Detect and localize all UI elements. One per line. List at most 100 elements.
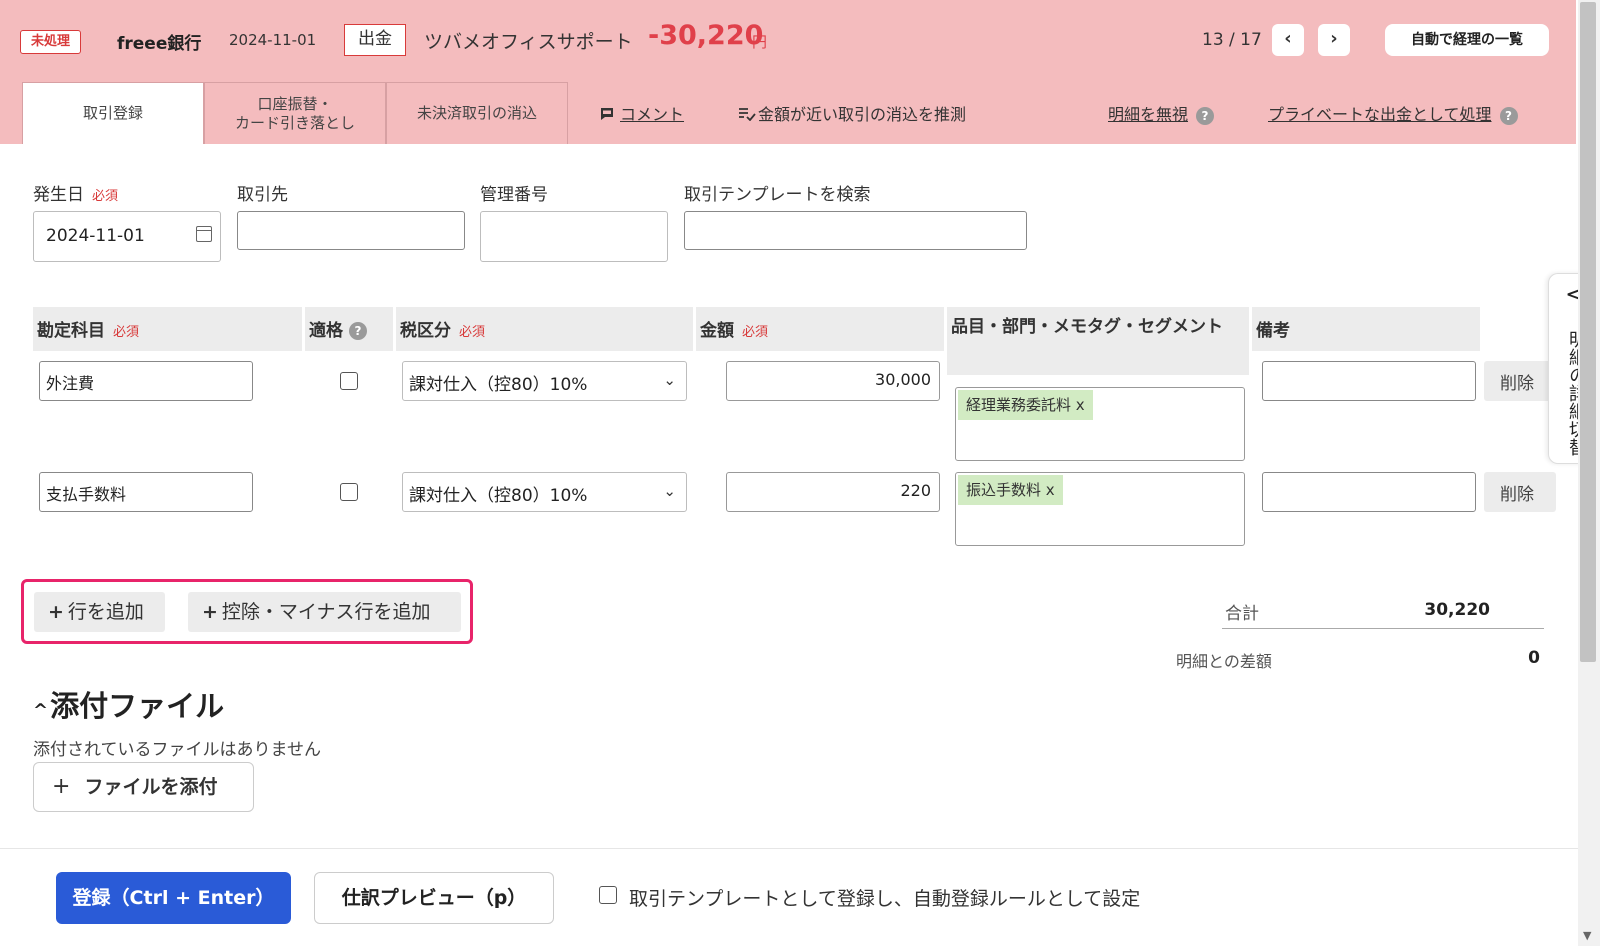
header-summary-row: 未処理 freee銀行 2024-11-01 出金 ツバメオフィスサポート -3… (0, 20, 1576, 60)
comment-icon (601, 108, 613, 120)
tax-select[interactable]: 課対仕入（控80）10% ⌄ (402, 472, 687, 512)
prev-button[interactable]: ‹ (1272, 24, 1304, 56)
template-search-input[interactable] (684, 211, 1027, 250)
status-badge: 未処理 (20, 30, 82, 54)
difference-label: 明細との差額 (1176, 652, 1272, 671)
difference-value: 0 (1528, 648, 1540, 668)
chevron-down-icon: ⌄ (663, 371, 676, 389)
template-rule-label: 取引テンプレートとして登録し、自動登録ルールとして設定 (629, 888, 1141, 910)
date-label: 発生日 必須 (33, 180, 118, 205)
date-label-text: 発生日 (33, 185, 84, 205)
required-mark: 必須 (459, 325, 486, 340)
account-input[interactable]: 外注費 (39, 361, 253, 401)
pager-count: 13 / 17 (1202, 30, 1262, 50)
journal-preview-button[interactable]: 仕訳プレビュー（p） (314, 872, 554, 924)
help-icon[interactable]: ? (349, 322, 367, 340)
tag-input[interactable]: 経理業務委託料 x (955, 387, 1245, 461)
header-tax-text: 税区分 (400, 321, 451, 341)
partner-input[interactable] (237, 211, 465, 250)
template-rule-checkbox[interactable] (599, 886, 617, 904)
header-amount: 金額 必須 (696, 307, 944, 351)
tag-chip[interactable]: 経理業務委託料 x (958, 390, 1093, 420)
tag-input[interactable]: 振込手数料 x (955, 472, 1245, 546)
add-minus-row-label: 控除・マイナス行を追加 (221, 601, 431, 623)
payee-name: ツバメオフィスサポート (424, 31, 633, 53)
header-account-text: 勘定科目 (37, 321, 105, 341)
plus-icon: + (48, 601, 64, 623)
guess-reconcile-link[interactable]: 金額が近い取引の消込を推測 (738, 101, 966, 125)
guess-reconcile-label: 金額が近い取引の消込を推測 (758, 105, 967, 124)
comment-label: コメント (620, 105, 685, 124)
transaction-kind-badge: 出金 (344, 24, 406, 56)
header-date: 2024-11-01 (229, 31, 317, 49)
amount-input[interactable]: 30,000 (726, 361, 940, 401)
management-number-input[interactable] (480, 211, 668, 262)
chevron-down-icon: ⌄ (663, 482, 676, 500)
total-value: 30,220 (1424, 600, 1490, 620)
auto-accounting-list-button[interactable]: 自動で経理の一覧 (1385, 24, 1549, 56)
private-withdrawal-label: プライベートな出金として処理 (1268, 105, 1492, 124)
tab-reconcile-label: 未決済取引の消込 (416, 104, 537, 123)
ignore-statement-link[interactable]: 明細を無視? (1108, 101, 1215, 125)
add-minus-row-button[interactable]: + 控除・マイナス行を追加 (188, 592, 461, 632)
date-value: 2024-11-01 (46, 226, 145, 246)
scroll-down-arrow[interactable]: ▼ (1583, 929, 1591, 942)
tab-register[interactable]: 取引登録 (22, 82, 204, 144)
qualified-checkbox[interactable] (340, 372, 358, 390)
note-input[interactable] (1262, 361, 1476, 401)
caret-up-icon: ^ (33, 700, 49, 721)
required-mark: 必須 (113, 325, 140, 340)
plus-icon: + (202, 601, 218, 623)
calendar-icon[interactable] (196, 226, 212, 242)
header-qualified-text: 適格 (309, 321, 343, 341)
private-withdrawal-link[interactable]: プライベートな出金として処理? (1268, 101, 1518, 125)
header-items: 品目・部門・メモタグ・セグメント (947, 307, 1249, 375)
comment-link[interactable]: コメント (600, 101, 684, 125)
ignore-statement-label: 明細を無視 (1108, 105, 1189, 124)
next-button[interactable]: › (1318, 24, 1350, 56)
attach-file-button[interactable]: + ファイルを添付 (33, 762, 254, 812)
transaction-header: 未処理 freee銀行 2024-11-01 出金 ツバメオフィスサポート -3… (0, 0, 1576, 144)
add-row-label: 行を追加 (67, 601, 144, 623)
partner-label: 取引先 (237, 185, 288, 205)
total-label: 合計 (1225, 604, 1259, 624)
header-amount-text: 金額 (700, 321, 734, 341)
account-input[interactable]: 支払手数料 (39, 472, 253, 512)
tab-register-label: 取引登録 (82, 104, 143, 123)
template-search-label: 取引テンプレートを検索 (684, 185, 871, 205)
management-number-label: 管理番号 (480, 185, 548, 205)
save-button[interactable]: 登録（Ctrl + Enter） (56, 872, 291, 924)
no-attachments-text: 添付されているファイルはありません (33, 740, 321, 760)
scrollbar-thumb[interactable] (1580, 2, 1596, 662)
transaction-amount: -30,220 (648, 20, 764, 51)
list-check-icon (739, 108, 756, 122)
tab-transfer-label: 口座振替・ カード引き落とし (234, 94, 355, 132)
qualified-checkbox[interactable] (340, 483, 358, 501)
bank-name: freee銀行 (117, 34, 202, 54)
attachments-section-title[interactable]: ^添付ファイル (33, 683, 224, 725)
attach-file-label: ファイルを添付 (84, 776, 218, 798)
required-mark: 必須 (92, 189, 119, 204)
header-account: 勘定科目 必須 (33, 307, 302, 351)
header-note: 備考 (1252, 307, 1480, 351)
help-icon[interactable]: ? (1499, 106, 1518, 125)
plus-icon: + (52, 774, 71, 799)
amount-input[interactable]: 220 (726, 472, 940, 512)
tag-chip[interactable]: 振込手数料 x (958, 475, 1063, 505)
attachments-title-text: 添付ファイル (50, 689, 225, 723)
tab-transfer[interactable]: 口座振替・ カード引き落とし (204, 82, 386, 144)
delete-button[interactable]: 削除 (1484, 361, 1556, 401)
currency-unit: 円 (752, 33, 768, 51)
header-qualified: 適格? (305, 307, 393, 351)
tax-select-value: 課対仕入（控80）10% (409, 486, 588, 506)
required-mark: 必須 (742, 325, 769, 340)
tax-select-value: 課対仕入（控80）10% (409, 375, 588, 395)
tab-reconcile[interactable]: 未決済取引の消込 (386, 82, 568, 144)
note-input[interactable] (1262, 472, 1476, 512)
delete-button[interactable]: 削除 (1484, 472, 1556, 512)
tax-select[interactable]: 課対仕入（控80）10% ⌄ (402, 361, 687, 401)
total-divider (1222, 628, 1544, 629)
header-tax: 税区分 必須 (396, 307, 693, 351)
help-icon[interactable]: ? (1196, 106, 1215, 125)
add-row-button[interactable]: + 行を追加 (34, 592, 165, 632)
